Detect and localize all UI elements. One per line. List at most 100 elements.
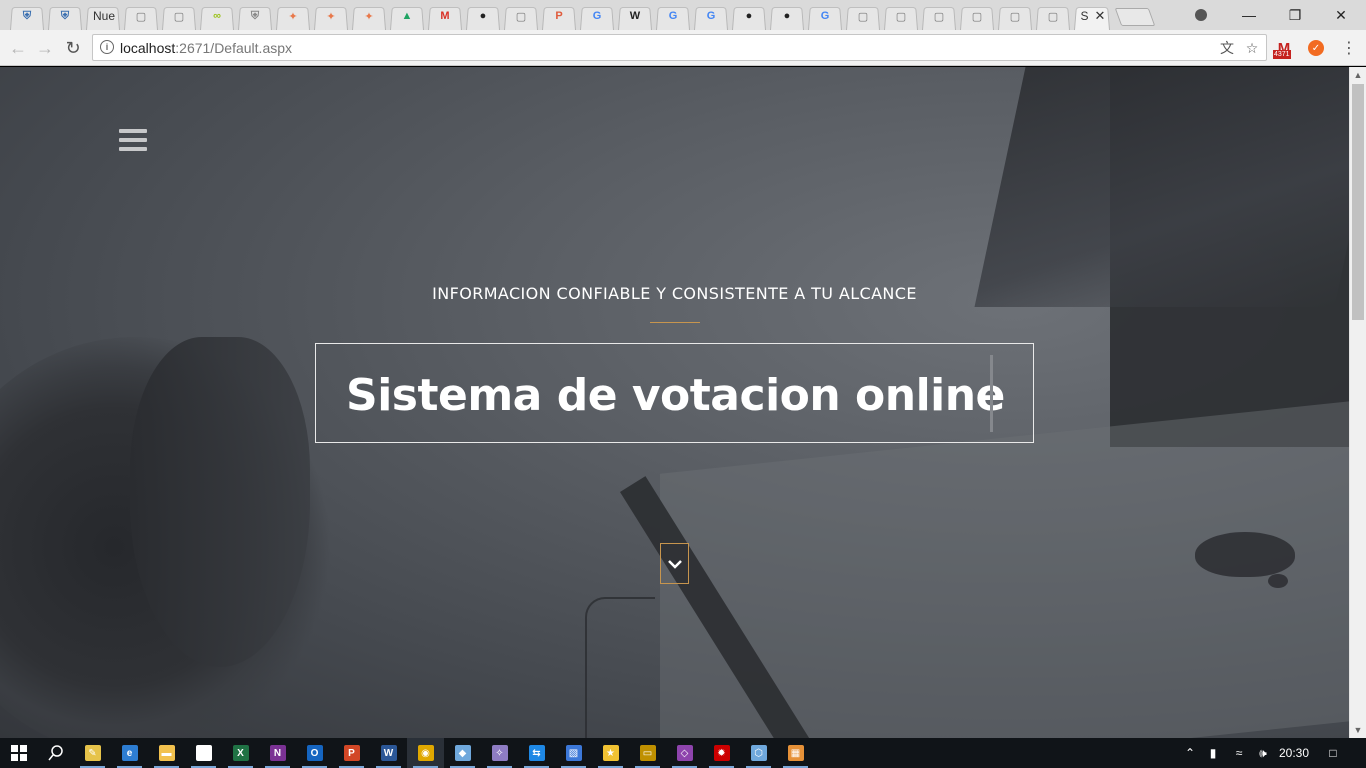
taskbar-app-button[interactable]: ⇆ [518, 738, 555, 768]
site-info-icon[interactable]: i [100, 40, 114, 54]
dolphin-icon: ✧ [491, 745, 508, 761]
taskbar-app-button[interactable]: X [222, 738, 259, 768]
browser-tab[interactable]: ● [730, 2, 768, 30]
taskbar-app-button[interactable]: ▦ [777, 738, 814, 768]
close-window-button[interactable]: ✕ [1318, 0, 1364, 30]
browser-tab[interactable]: ▢ [122, 2, 160, 30]
start-button[interactable] [0, 738, 37, 768]
browser-tab[interactable]: ⛨ [46, 2, 84, 30]
teamviewer-icon: ⇆ [528, 745, 545, 761]
new-tab-button[interactable] [1114, 8, 1156, 26]
browser-tab[interactable]: ⛨ [236, 2, 274, 30]
browser-tab[interactable]: ▢ [882, 2, 920, 30]
page-scrollbar[interactable]: ▲ ▼ [1349, 67, 1366, 738]
taskbar-app-button[interactable]: ◉ [407, 738, 444, 768]
scroll-down-button[interactable] [660, 543, 689, 584]
system-clock[interactable]: 20:30 [1276, 738, 1312, 768]
browser-tab[interactable]: ✦ [350, 2, 388, 30]
hamburger-menu-icon[interactable] [119, 129, 147, 151]
browser-tab[interactable]: ▢ [996, 2, 1034, 30]
taskbar-app-button[interactable]: P [333, 738, 370, 768]
browser-tab[interactable]: ▢ [920, 2, 958, 30]
browser-menu-icon[interactable]: ⋮ [1338, 37, 1360, 59]
tab-title: Nue [92, 9, 115, 23]
url-text[interactable]: localhost:2671/Default.aspx [120, 40, 292, 56]
browser-tab[interactable]: ▢ [1034, 2, 1072, 30]
taskbar-app-button[interactable]: ▧ [555, 738, 592, 768]
taskbar-app-button[interactable]: O [296, 738, 333, 768]
browser-tab[interactable]: ▢ [844, 2, 882, 30]
taskbar-app-button[interactable]: ◆ [444, 738, 481, 768]
taskbar-app-button[interactable]: ✎ [74, 738, 111, 768]
url-host: localhost [120, 40, 176, 56]
outlook-icon: O [306, 745, 323, 761]
gmail-icon: M [440, 10, 450, 22]
minimize-button[interactable]: — [1226, 0, 1272, 30]
edge-icon: e [121, 745, 138, 761]
browser-tab[interactable]: ▢ [502, 2, 540, 30]
taskbar-app-button[interactable]: ▬ [148, 738, 185, 768]
visual-studio-icon: ◇ [676, 745, 693, 761]
browser-tab[interactable]: ● [768, 2, 806, 30]
browser-tab[interactable]: ● [464, 2, 502, 30]
browser-tab[interactable]: G [806, 2, 844, 30]
browser-tab[interactable]: M [426, 2, 464, 30]
browser-tab[interactable]: G [578, 2, 616, 30]
browser-tab[interactable]: ∞ [198, 2, 236, 30]
tab-title: S [1080, 9, 1089, 23]
tray-expand-icon[interactable]: ⌃ [1180, 738, 1200, 768]
action-center-icon[interactable]: □ [1320, 738, 1346, 768]
taskbar-app-button[interactable]: ✹ [703, 738, 740, 768]
github-icon: ● [479, 10, 487, 22]
search-icon[interactable] [37, 738, 74, 768]
browser-tab[interactable]: ▲ [388, 2, 426, 30]
taskbar-app-button[interactable]: e [111, 738, 148, 768]
taskbar-app-button[interactable]: ⬡ [740, 738, 777, 768]
wifi-icon[interactable]: ≈ [1228, 738, 1250, 768]
taskbar-app-button[interactable]: N [259, 738, 296, 768]
browser-tab[interactable]: G [692, 2, 730, 30]
browser-tab[interactable]: G [654, 2, 692, 30]
browser-tab[interactable]: P [540, 2, 578, 30]
monitor-icon: ▭ [639, 745, 656, 761]
taskbar-app-button[interactable]: ✧ [481, 738, 518, 768]
taskbar-app-button[interactable]: ▭ [629, 738, 666, 768]
pdf-icon: P [555, 10, 563, 22]
browser-tab[interactable]: W [616, 2, 654, 30]
gmail-unread-badge: 4371 [1273, 50, 1291, 59]
close-tab-icon[interactable]: ✕ [1095, 8, 1106, 24]
battery-icon[interactable]: ▮ [1202, 738, 1224, 768]
background-laptop-shadow [974, 67, 1349, 307]
browser-tab[interactable]: Nue [84, 2, 122, 30]
scroll-up-arrow-icon[interactable]: ▲ [1350, 67, 1366, 83]
volume-icon[interactable]: 🕪 [1252, 738, 1274, 768]
reload-button[interactable]: ↻ [61, 36, 85, 60]
browser-tab[interactable]: ▢ [160, 2, 198, 30]
scroll-down-arrow-icon[interactable]: ▼ [1350, 722, 1366, 738]
bookmark-star-icon[interactable]: ☆ [1244, 40, 1260, 56]
network-icon: ▧ [565, 745, 582, 761]
store-icon: ▣ [195, 745, 212, 761]
onenote-icon: N [269, 745, 286, 761]
taskbar-app-button[interactable]: ▣ [185, 738, 222, 768]
profile-icon[interactable] [1178, 0, 1224, 30]
scrollbar-thumb[interactable] [1352, 84, 1364, 320]
gmail-extension-icon[interactable]: M 4371 [1273, 37, 1295, 59]
back-button[interactable]: ← [6, 36, 30, 60]
todoist-extension-icon[interactable]: ✓ [1305, 37, 1327, 59]
translate-icon[interactable]: 文 [1219, 40, 1235, 56]
browser-tab[interactable]: ✦ [274, 2, 312, 30]
taskbar-app-button[interactable]: ◇ [666, 738, 703, 768]
address-bar[interactable]: i localhost:2671/Default.aspx 文 ☆ [92, 34, 1267, 61]
browser-tab[interactable]: ⛨ [8, 2, 46, 30]
hero-tagline: INFORMACION CONFIABLE Y CONSISTENTE A TU… [432, 284, 917, 303]
active-browser-tab[interactable]: S ✕ [1072, 2, 1112, 30]
taskbar-app-button[interactable]: W [370, 738, 407, 768]
restore-button[interactable]: ❐ [1272, 0, 1318, 30]
forward-button[interactable]: → [33, 36, 57, 60]
background-cable [585, 597, 655, 738]
browser-tab[interactable]: ▢ [958, 2, 996, 30]
taskbar-app-button[interactable]: ★ [592, 738, 629, 768]
fish-icon: ✦ [364, 10, 374, 23]
browser-tab[interactable]: ✦ [312, 2, 350, 30]
